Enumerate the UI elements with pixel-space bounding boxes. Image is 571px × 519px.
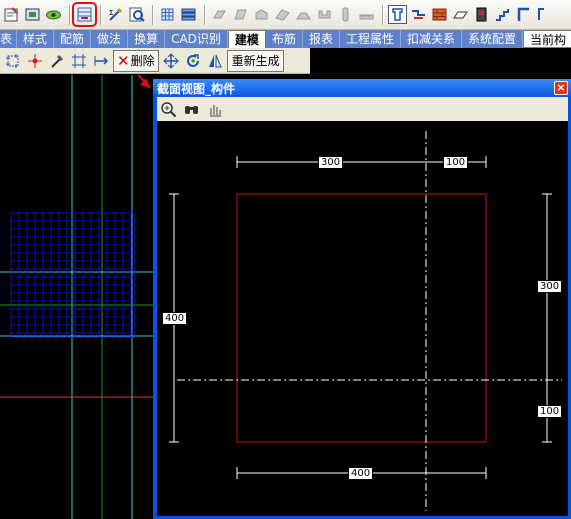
move-icon: [162, 52, 179, 69]
rotate-icon: [186, 53, 199, 67]
binoculars-icon: [185, 105, 198, 114]
shape-icon[interactable]: [231, 5, 250, 24]
image-icon[interactable]: [23, 5, 42, 24]
menu-tab-style[interactable]: 样式: [17, 30, 55, 48]
dim-label-bottom: 400: [348, 467, 374, 480]
shape-icon[interactable]: [273, 5, 292, 24]
dim-label-left: 400: [162, 312, 188, 325]
rebar-mesh: [10, 212, 136, 338]
stretch-icon: [94, 55, 109, 66]
find-button[interactable]: [182, 100, 201, 119]
grid-icon[interactable]: [158, 5, 177, 24]
hand-icon: [210, 104, 221, 117]
toolbar-separator: [204, 4, 206, 25]
menu-tab-system-config[interactable]: 系统配置: [462, 30, 524, 48]
delete-label: 删除: [130, 54, 155, 68]
delete-icon: ✕: [117, 51, 130, 70]
main-toolbar: Σ: [0, 0, 571, 30]
corner-icon[interactable]: [514, 5, 533, 24]
menu-tab-place-rebar[interactable]: 布筋: [266, 30, 303, 48]
window-title-bar[interactable]: 截面视图_构件 ×: [153, 79, 571, 97]
select-box-icon: [6, 53, 19, 68]
menu-tab-deduction[interactable]: 扣减关系: [401, 30, 462, 48]
edit-toolbar: ✕ 删除 重新生成: [0, 48, 310, 74]
regenerate-button[interactable]: 重新生成: [226, 49, 284, 72]
menu-tab-method[interactable]: 做法: [91, 30, 129, 48]
section-outline: [236, 193, 487, 443]
shape-icon[interactable]: [294, 5, 313, 24]
dim-label-right-lower: 100: [537, 405, 563, 418]
pick-button[interactable]: [47, 50, 67, 72]
move-points-button[interactable]: [69, 50, 89, 72]
section-canvas[interactable]: 300 100 300 100 400 400: [157, 121, 568, 516]
toolbar-separator: [69, 4, 71, 25]
pipette-icon: [51, 54, 63, 68]
frame-icon: [72, 53, 86, 68]
point-button[interactable]: [25, 50, 45, 72]
dim-label-top-right: 100: [443, 156, 469, 169]
menu-tab-project-properties[interactable]: 工程属性: [340, 30, 401, 48]
menu-tab-report[interactable]: 报表: [303, 30, 340, 48]
brush-icon[interactable]: Σ: [106, 5, 125, 24]
move-button[interactable]: [161, 50, 181, 72]
regenerate-label: 重新生成: [231, 54, 280, 68]
shape-icon[interactable]: [210, 5, 229, 24]
menu-tab-rebar[interactable]: 配筋: [54, 30, 92, 48]
menu-tab-convert[interactable]: 换算: [128, 30, 166, 48]
zoom-icon: [161, 101, 177, 117]
menu-bar: 表 样式 配筋 做法 换算 CAD识别 建模 布筋 报表 工程属性 扣减关系 系…: [0, 30, 571, 48]
window-title: 截面视图_构件: [157, 82, 236, 96]
svg-text:Σ: Σ: [109, 9, 113, 17]
shape-icon[interactable]: [336, 5, 355, 24]
select-box-button[interactable]: [3, 50, 23, 72]
window-toolbar: [157, 97, 568, 121]
magnifier-icon[interactable]: [127, 5, 146, 24]
toolbar-empty-area: [310, 48, 571, 74]
pan-button[interactable]: [205, 100, 224, 119]
shape-icon[interactable]: [252, 5, 271, 24]
dim-label-top-left: 300: [318, 156, 344, 169]
brick-icon[interactable]: [430, 5, 449, 24]
properties-icon[interactable]: [2, 5, 21, 24]
section-view-window: 截面视图_构件 × 300 100 300 100 400 400: [153, 79, 571, 519]
wall-edge-icon[interactable]: [535, 5, 554, 24]
mesh-frame: [10, 212, 136, 338]
point-icon: [28, 53, 42, 68]
stretch-button[interactable]: [91, 50, 111, 72]
section-drawing: [169, 131, 562, 511]
menu-tab-current-component[interactable]: 当前构: [523, 30, 571, 48]
delete-button[interactable]: ✕ 删除: [113, 49, 159, 72]
wall-icon[interactable]: [409, 5, 428, 24]
annotation-arrow: [137, 75, 151, 89]
shape-icon[interactable]: [315, 5, 334, 24]
mirror-button[interactable]: [205, 50, 225, 72]
zoom-button[interactable]: [159, 100, 178, 119]
slab-icon[interactable]: [451, 5, 470, 24]
eye-icon[interactable]: [44, 5, 63, 24]
close-button[interactable]: ×: [554, 81, 568, 95]
toolbar-separator: [382, 4, 384, 25]
toolbar-separator: [152, 4, 154, 25]
block-icon[interactable]: [472, 5, 491, 24]
rotate-button[interactable]: [183, 50, 203, 72]
column-icon[interactable]: [388, 5, 407, 24]
toolbar-separator: [100, 4, 102, 25]
section-view-icon[interactable]: [72, 2, 97, 27]
stair-icon[interactable]: [493, 5, 512, 24]
menu-tab-modeling[interactable]: 建模: [227, 30, 266, 48]
dim-label-right-upper: 300: [537, 280, 563, 293]
ruler-icon[interactable]: [357, 5, 376, 24]
menu-tab-cad-recognition[interactable]: CAD识别: [165, 30, 228, 48]
mirror-icon: [208, 54, 222, 67]
layers-icon[interactable]: [179, 5, 198, 24]
menu-tab-table[interactable]: 表: [0, 30, 18, 48]
